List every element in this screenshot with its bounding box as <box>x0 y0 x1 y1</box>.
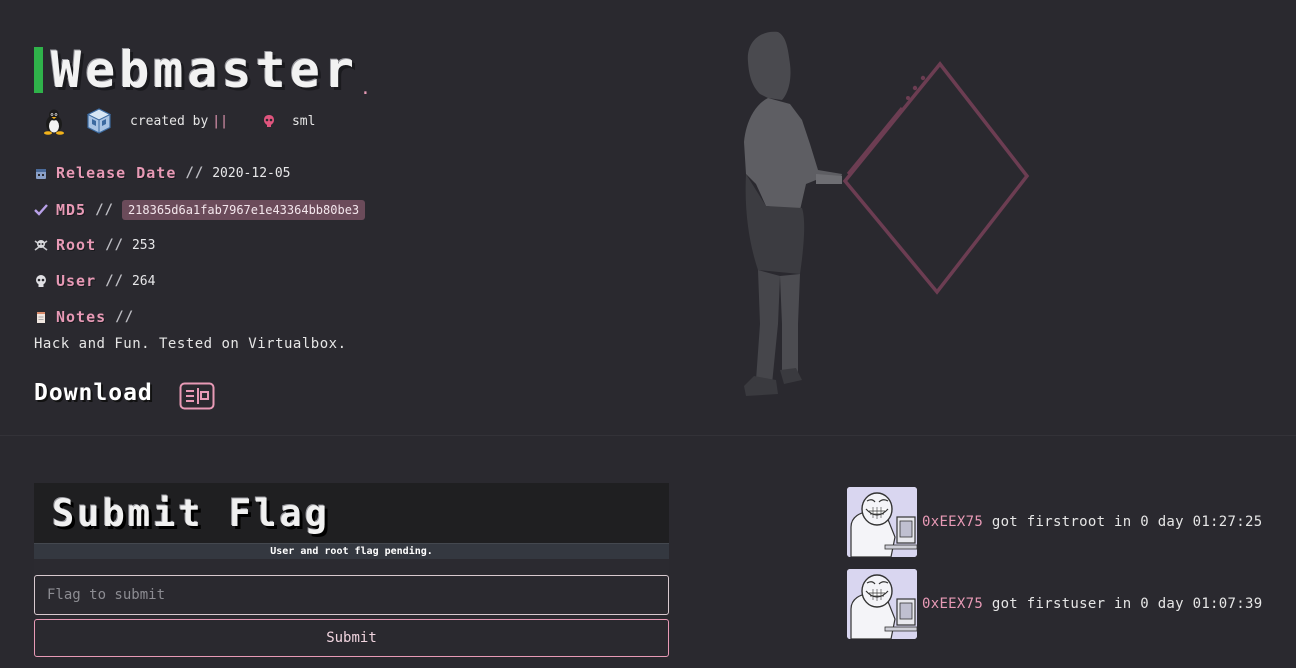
feed-item-action: got firstroot in 0 day 01:27:25 <box>991 514 1263 530</box>
notes-text: Hack and Fun. Tested on Virtualbox. <box>34 336 347 352</box>
md5-sep: // <box>95 202 114 218</box>
submit-flag-panel: Submit Flag User and root flag pending. … <box>34 483 669 657</box>
submit-flag-header: Submit Flag <box>34 483 669 543</box>
author-separator: || <box>212 113 228 129</box>
md5-value[interactable]: 218365d6a1fab7967e1e43364bb80be3 <box>121 200 366 220</box>
release-date-sep: // <box>185 165 205 181</box>
flag-spacer <box>34 559 669 575</box>
submit-flag-button[interactable]: Submit <box>34 619 669 657</box>
calendar-icon <box>36 169 46 179</box>
feed-item-user[interactable]: 0xEEX75 <box>922 514 983 530</box>
author-avatar-icon <box>263 115 274 127</box>
feed-item-text: 0xEEX75 got firstuser in 0 day 01:07:39 <box>922 596 1262 612</box>
release-date-field: Release Date // 2020-12-05 <box>34 164 291 182</box>
feed-item: 0xEEX75 got firstroot in 0 day 01:27:25 <box>847 487 1262 557</box>
root-label: Root <box>56 236 97 254</box>
linux-icon <box>44 109 64 135</box>
feed-item-action: got firstuser in 0 day 01:07:39 <box>991 596 1263 612</box>
user-value: 264 <box>131 273 156 289</box>
release-date-value: 2020-12-05 <box>212 165 291 181</box>
download-link[interactable]: Download <box>34 376 215 410</box>
meta-row: created by || sml <box>40 106 315 136</box>
section-divider <box>0 435 1296 436</box>
user-label: User <box>56 272 97 290</box>
submit-flag-title: Submit Flag <box>52 491 331 535</box>
feed-item-user[interactable]: 0xEEX75 <box>922 596 983 612</box>
download-mirror-icon[interactable] <box>179 382 215 410</box>
machine-title: Webmaster <box>51 41 358 99</box>
created-by-label: created by <box>130 113 209 129</box>
skull-crossbones-icon <box>34 240 48 251</box>
md5-label: MD5 <box>56 201 87 219</box>
release-date-label: Release Date <box>56 164 177 182</box>
title-dot: . <box>359 78 371 99</box>
activity-feed: 0xEEX75 got firstroot in 0 day 01:27:25 … <box>847 487 1262 651</box>
machine-title-block: Webmaster . <box>34 41 371 99</box>
flag-input[interactable] <box>34 575 669 615</box>
user-sep: // <box>105 273 124 289</box>
download-label[interactable]: Download <box>34 380 153 406</box>
machine-artwork <box>744 31 1030 396</box>
virtualbox-icon <box>86 108 112 134</box>
notepad-icon <box>37 312 45 323</box>
author-name[interactable]: sml <box>292 114 315 129</box>
root-field: Root // 253 <box>34 236 155 254</box>
notes-field: Notes // <box>34 308 142 326</box>
md5-field: MD5 // 218365d6a1fab7967e1e43364bb80be3 <box>34 200 366 220</box>
root-sep: // <box>105 237 124 253</box>
title-accent-bar <box>34 47 43 93</box>
flag-status-bar: User and root flag pending. <box>34 543 669 559</box>
user-field: User // 264 <box>34 272 155 290</box>
notes-sep: // <box>115 309 135 325</box>
notes-label: Notes <box>56 308 107 326</box>
feed-item: 0xEEX75 got firstuser in 0 day 01:07:39 <box>847 569 1262 639</box>
skull-icon <box>36 275 46 287</box>
checkmark-icon <box>34 204 48 216</box>
troll-face-avatar-icon <box>847 569 917 639</box>
root-value: 253 <box>131 237 156 253</box>
troll-face-avatar-icon <box>847 487 917 557</box>
feed-item-text: 0xEEX75 got firstroot in 0 day 01:27:25 <box>922 514 1262 530</box>
